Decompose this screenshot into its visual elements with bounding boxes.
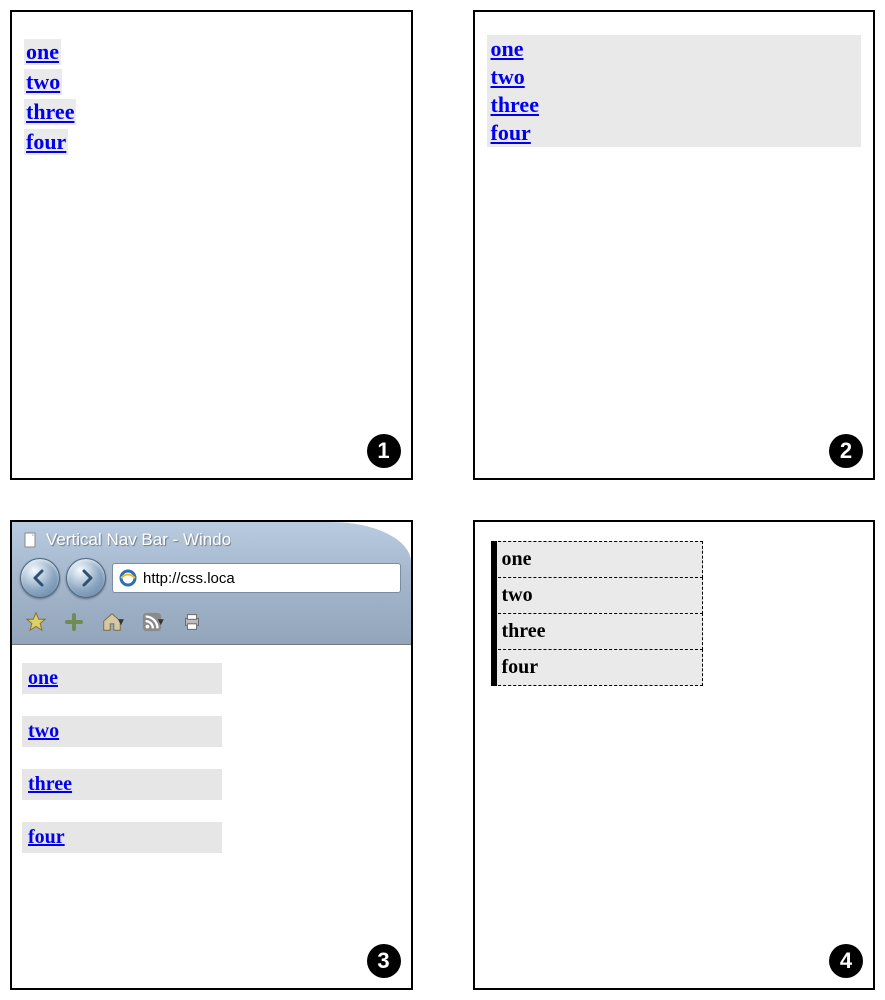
panel-4: one two three four 4 [473,520,876,990]
panel-number-badge: 2 [829,434,863,468]
panel-1: one two three four 1 [10,10,413,480]
nav-list-block: one two three four [475,20,874,162]
figure-grid: one two three four 1 one two three four … [0,0,885,1000]
back-button[interactable] [20,558,60,598]
nav-link-four[interactable]: four [487,119,862,147]
nav-link-four[interactable]: four [22,822,222,853]
add-icon[interactable] [62,610,86,634]
page-icon [22,531,40,549]
panel-number-badge: 4 [829,944,863,978]
panel-2: one two three four 2 [473,10,876,480]
nav-accent-bar [491,541,497,686]
arrow-left-icon [30,568,50,588]
print-icon[interactable] [180,610,204,634]
ie-logo-icon [119,569,137,587]
dropdown-caret-icon[interactable]: ▼ [116,617,126,628]
nav-list-fixed-width: one two three four [12,645,411,893]
favorites-icon[interactable] [24,610,48,634]
panel-3: Vertical Nav Bar - Windo http://css.loca [10,520,413,990]
nav-link-one[interactable]: one [22,663,222,694]
nav-link-two[interactable]: two [22,716,222,747]
nav-list-dashed: one two three four [493,541,703,686]
nav-link-three[interactable]: three [22,769,222,800]
nav-link-two[interactable]: two [493,577,703,614]
nav-link-three[interactable]: three [487,91,862,119]
nav-link-two[interactable]: two [24,69,62,95]
browser-toolbar: ▼ ▼ [18,606,405,636]
nav-link-four[interactable]: four [24,129,68,155]
browser-chrome: Vertical Nav Bar - Windo http://css.loca [12,522,411,645]
browser-nav-row: http://css.loca [18,556,405,606]
address-bar[interactable]: http://css.loca [112,563,401,593]
nav-link-three[interactable]: three [24,99,76,125]
address-url: http://css.loca [143,570,235,587]
nav-link-two[interactable]: two [487,63,862,91]
nav-link-one[interactable]: one [487,35,862,63]
arrow-right-icon [76,568,96,588]
nav-list-inline: one two three four [12,22,411,172]
window-title: Vertical Nav Bar - Windo [46,530,231,550]
panel-number-badge: 1 [367,434,401,468]
forward-button[interactable] [66,558,106,598]
panel-number-badge: 3 [367,944,401,978]
nav-link-three[interactable]: three [493,613,703,650]
nav-link-four[interactable]: four [493,649,703,686]
browser-titlebar: Vertical Nav Bar - Windo [18,528,405,556]
dropdown-caret-icon[interactable]: ▼ [156,617,166,628]
nav-link-one[interactable]: one [493,541,703,578]
nav-link-one[interactable]: one [24,39,61,65]
